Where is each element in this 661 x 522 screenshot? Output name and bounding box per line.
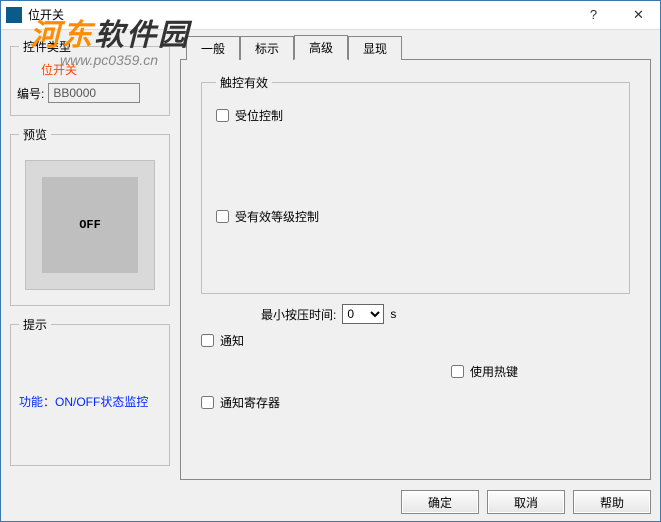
preview-group: 预览 OFF	[10, 126, 170, 306]
control-type-group: 控件类型 位开关 编号:	[10, 38, 170, 116]
min-press-unit: s	[390, 307, 396, 321]
ok-button[interactable]: 确定	[401, 490, 479, 514]
tab-label[interactable]: 标示	[240, 36, 294, 60]
chk-hotkey-box[interactable]	[451, 365, 464, 378]
cancel-button[interactable]: 取消	[487, 490, 565, 514]
tabs: 一般 标示 高级 显现	[180, 38, 651, 60]
app-icon	[6, 7, 22, 23]
chk-level-control-box[interactable]	[216, 210, 229, 223]
window-title: 位开关	[28, 6, 64, 23]
chk-hotkey-label: 使用热键	[470, 363, 518, 380]
number-label: 编号:	[17, 85, 44, 102]
preview-widget: OFF	[25, 160, 155, 290]
help-button-footer[interactable]: 帮助	[573, 490, 651, 514]
control-type-legend: 控件类型	[19, 38, 75, 55]
preview-legend: 预览	[19, 126, 51, 143]
min-press-select[interactable]: 0	[342, 304, 384, 324]
chk-bit-control[interactable]: 受位控制	[216, 107, 615, 124]
hint-text: 功能：ON/OFF状态监控	[19, 393, 161, 411]
number-input[interactable]	[48, 83, 140, 103]
chk-level-control-label: 受有效等级控制	[235, 208, 319, 225]
chk-bit-control-label: 受位控制	[235, 107, 283, 124]
touch-valid-group: 触控有效 受位控制 受有效等级控制	[201, 74, 630, 294]
chk-bit-control-box[interactable]	[216, 109, 229, 122]
close-button[interactable]: ✕	[616, 0, 661, 30]
chk-notify[interactable]: 通知	[201, 332, 630, 349]
tab-page-advanced: 触控有效 受位控制 受有效等级控制 最小按压时间: 0 s	[180, 60, 651, 480]
chk-level-control[interactable]: 受有效等级控制	[216, 208, 615, 225]
tab-appear[interactable]: 显现	[348, 36, 402, 60]
chk-hotkey[interactable]: 使用热键	[451, 363, 630, 380]
chk-notify-register[interactable]: 通知寄存器	[201, 394, 630, 411]
help-button[interactable]: ?	[571, 0, 616, 30]
tab-general[interactable]: 一般	[186, 36, 240, 60]
chk-notify-register-box[interactable]	[201, 396, 214, 409]
preview-state-text: OFF	[42, 177, 138, 273]
hint-group: 提示 功能：ON/OFF状态监控	[10, 316, 170, 466]
touch-valid-legend: 触控有效	[216, 74, 272, 91]
chk-notify-register-label: 通知寄存器	[220, 394, 280, 411]
min-press-label: 最小按压时间:	[261, 306, 336, 323]
hint-legend: 提示	[19, 316, 51, 333]
chk-notify-box[interactable]	[201, 334, 214, 347]
control-type-name: 位开关	[41, 61, 77, 78]
tab-advanced[interactable]: 高级	[294, 35, 348, 60]
chk-notify-label: 通知	[220, 332, 244, 349]
